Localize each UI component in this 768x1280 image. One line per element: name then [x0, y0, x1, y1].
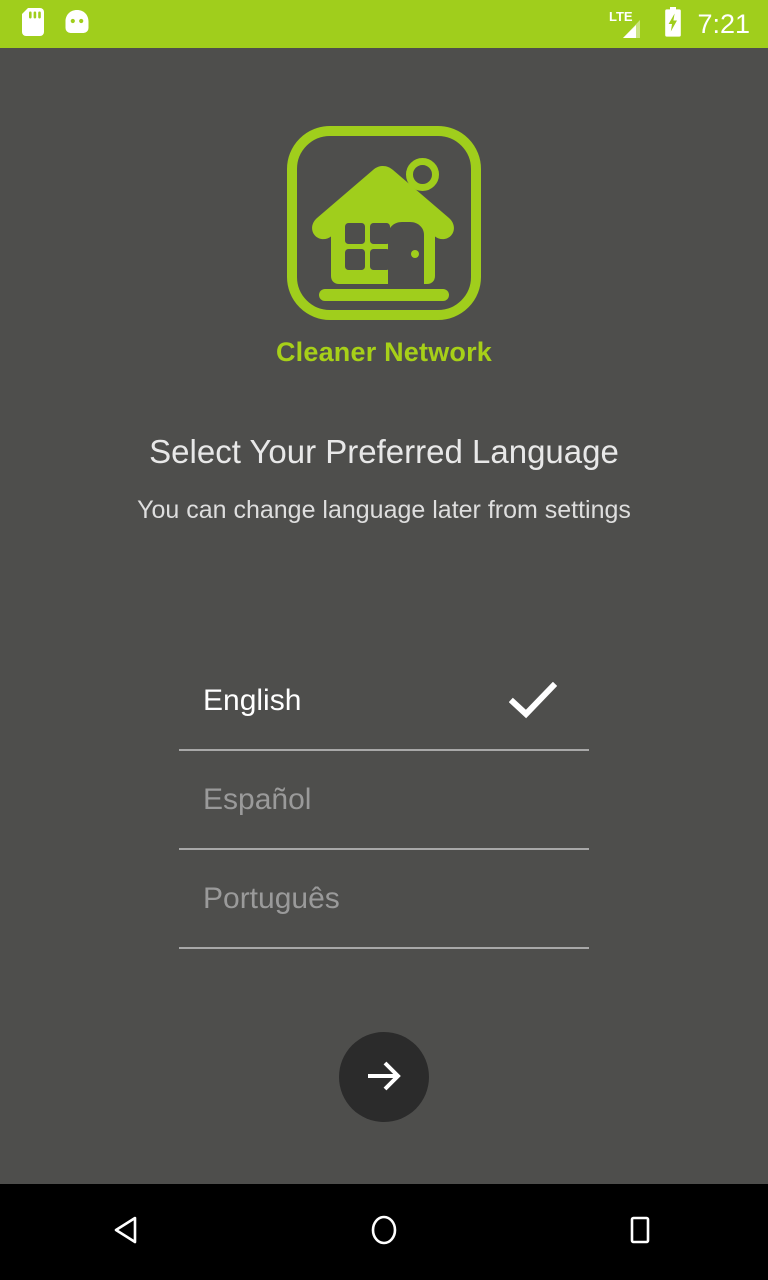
language-option-portugues[interactable]: Português — [179, 850, 589, 949]
app-logo-block: Cleaner Network — [0, 126, 768, 368]
language-list: English Español Português — [179, 652, 589, 949]
triangle-back-icon — [110, 1212, 146, 1253]
next-button[interactable] — [339, 1032, 429, 1122]
app-logo-frame — [287, 126, 481, 320]
signal-bars-icon: LTE — [609, 9, 651, 39]
language-option-label: English — [203, 683, 302, 717]
language-option-english[interactable]: English — [179, 652, 589, 751]
nav-back-button[interactable] — [0, 1184, 256, 1280]
sd-card-icon — [22, 7, 44, 41]
status-bar-clock: 7:21 — [697, 8, 750, 39]
page-title: Select Your Preferred Language — [149, 433, 619, 470]
check-icon — [508, 681, 558, 720]
page-subtitle: You can change language later from setti… — [137, 495, 631, 524]
android-navigation-bar — [0, 1184, 768, 1280]
svg-text:LTE: LTE — [609, 9, 633, 24]
square-recents-icon — [622, 1212, 658, 1253]
circle-home-icon — [366, 1212, 402, 1253]
headings-block: Select Your Preferred Language You can c… — [0, 432, 768, 525]
language-option-label: Español — [203, 782, 312, 816]
status-bar-right-icons: LTE 7:21 — [609, 6, 750, 42]
battery-charging-icon — [663, 6, 683, 42]
arrow-right-icon — [360, 1052, 408, 1103]
language-option-espanol[interactable]: Español — [179, 751, 589, 850]
house-icon — [312, 158, 454, 301]
app-screen: LTE 7:21 Cleaner Network Select Your Pre… — [0, 0, 768, 1280]
nav-home-button[interactable] — [256, 1184, 512, 1280]
language-option-label: Português — [203, 881, 340, 915]
app-brand-name: Cleaner Network — [275, 337, 493, 367]
status-bar-left-icons — [22, 7, 90, 41]
nav-recents-button[interactable] — [512, 1184, 768, 1280]
status-bar: LTE 7:21 — [0, 0, 768, 48]
android-head-icon — [64, 9, 90, 39]
